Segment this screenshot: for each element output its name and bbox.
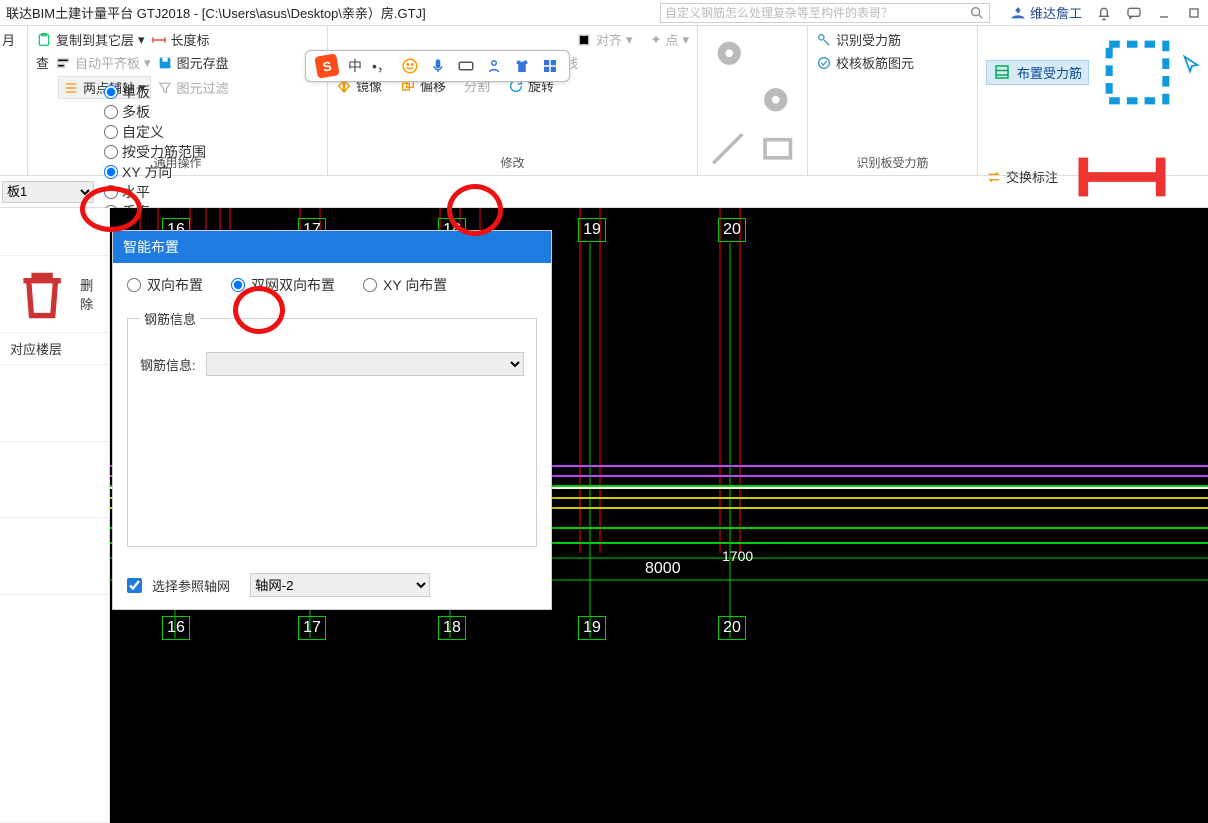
point-btn: ✦点 ▾ (651, 30, 689, 49)
group-title-recognize: 识别板受力筋 (816, 152, 969, 175)
titlebar: 联达BIM土建计量平台 GTJ2018 - [C:\Users\asus\Des… (0, 0, 1208, 26)
chat-icon[interactable] (1126, 5, 1142, 21)
radio-double-net[interactable]: 双网双向布置 (231, 275, 335, 295)
placement-bybar[interactable]: 按受力筋范围 (104, 142, 236, 162)
ref-axis-checkbox[interactable] (127, 578, 142, 593)
placement-horiz[interactable]: 水平 (104, 182, 236, 202)
ref-axis-label: 选择参照轴网 (152, 576, 230, 595)
group-title-modify: 修改 (336, 152, 689, 175)
check-icon (816, 55, 832, 71)
rebar-info-label: 钢筋信息: (140, 355, 196, 374)
radio-bidirectional[interactable]: 双向布置 (127, 275, 203, 295)
align2-icon (576, 32, 592, 48)
axis-icon (63, 80, 79, 96)
swap-icon (986, 169, 1002, 185)
sogou-logo-icon: S (314, 53, 339, 78)
check-rebar[interactable]: 校核板筋图元 (816, 53, 914, 72)
window-min-icon[interactable] (1156, 5, 1172, 21)
arrange-bar-button[interactable]: 布置受力筋 (986, 60, 1089, 85)
menu-placeholder[interactable]: 月 (2, 30, 25, 49)
axis-label-bot-17: 17 (298, 616, 326, 640)
delete-icon (10, 262, 74, 326)
axis-label-bot-18: 18 (438, 616, 466, 640)
disk-icon (157, 55, 173, 71)
radio-xy-direction[interactable]: XY 向布置 (363, 275, 447, 295)
grid-icon (993, 63, 1011, 81)
mic-icon[interactable] (429, 57, 447, 75)
ime-toolbar[interactable]: S 中 •， (305, 50, 570, 82)
bell-icon[interactable] (1096, 5, 1112, 21)
swap-note[interactable]: 交换标注 (986, 167, 1058, 186)
select-area-icon[interactable] (1095, 30, 1180, 115)
axis-label-bot-16: 16 (162, 616, 190, 640)
left-match-floor[interactable]: 对应楼层 (0, 333, 109, 365)
align-btn: 对齐 ▾ (576, 30, 633, 49)
rect-icon[interactable] (756, 127, 800, 171)
shirt-icon[interactable] (513, 57, 531, 75)
find-button[interactable]: 查 (36, 53, 49, 72)
search-icon (969, 5, 985, 21)
placement-multi[interactable]: 多板 (104, 102, 236, 122)
ruler-icon (151, 32, 167, 48)
placement-single[interactable]: 单板 (104, 82, 236, 102)
smart-placement-panel: 智能布置 双向布置 双网双向布置 XY 向布置 钢筋信息 钢筋信息: 选择参照轴… (112, 230, 552, 610)
copy-to-layer[interactable]: 复制到其它层 ▾ (36, 30, 145, 49)
left-panel: 删除 对应楼层 (0, 208, 110, 823)
axis-label-top-20: 20 (718, 218, 746, 242)
grid2-icon[interactable] (541, 57, 559, 75)
smart-panel-title: 智能布置 (113, 231, 551, 263)
user-name[interactable]: 维达詹工 (1010, 3, 1082, 22)
save-image[interactable]: 图元存盘 (157, 53, 229, 72)
window-title: 联达BIM土建计量平台 GTJ2018 - [C:\Users\asus\Des… (6, 3, 426, 22)
recognize-bar[interactable]: 识别受力筋 (816, 30, 901, 49)
length-label[interactable]: 长度标 (151, 30, 210, 49)
ime-lang[interactable]: 中 (348, 56, 362, 76)
paste-icon (36, 32, 52, 48)
auto-align: 自动平齐板 ▾ (55, 53, 151, 72)
axis-label-top-19: 19 (578, 218, 606, 242)
layer-select[interactable]: 板1 (2, 181, 94, 203)
rebar-info-fieldset: 钢筋信息 钢筋信息: (127, 309, 537, 547)
placement-custom[interactable]: 自定义 (104, 122, 236, 142)
search-placeholder: 自定义钢筋怎么处理复杂等至构件的表哥？ (665, 4, 893, 21)
ref-axis-select[interactable]: 轴网-2 (250, 573, 430, 597)
wand-icon (816, 32, 832, 48)
placement-xydir[interactable]: XY 方向 (104, 162, 236, 182)
ime-punct[interactable]: •， (372, 56, 391, 76)
smile-icon[interactable] (401, 57, 419, 75)
left-delete[interactable]: 删除 (0, 256, 109, 333)
side-select-icon[interactable] (1180, 54, 1202, 76)
draw-icon-2[interactable] (706, 127, 750, 171)
dim-8000-3: 8000 (645, 560, 681, 578)
user-icon (1010, 5, 1026, 21)
align-icon (55, 55, 71, 71)
global-search[interactable]: 自定义钢筋怎么处理复杂等至构件的表哥？ (660, 3, 990, 23)
rebar-info-select[interactable] (206, 352, 524, 376)
rebar-info-legend: 钢筋信息 (140, 309, 200, 328)
person-icon[interactable] (485, 57, 503, 75)
keyboard-icon[interactable] (457, 57, 475, 75)
axis-label-bot-19: 19 (578, 616, 606, 640)
dim-small-4: 1700 (722, 548, 753, 564)
axis-label-bot-20: 20 (718, 616, 746, 640)
window-max-icon[interactable] (1186, 5, 1202, 21)
draw-icon-1[interactable] (706, 30, 799, 123)
